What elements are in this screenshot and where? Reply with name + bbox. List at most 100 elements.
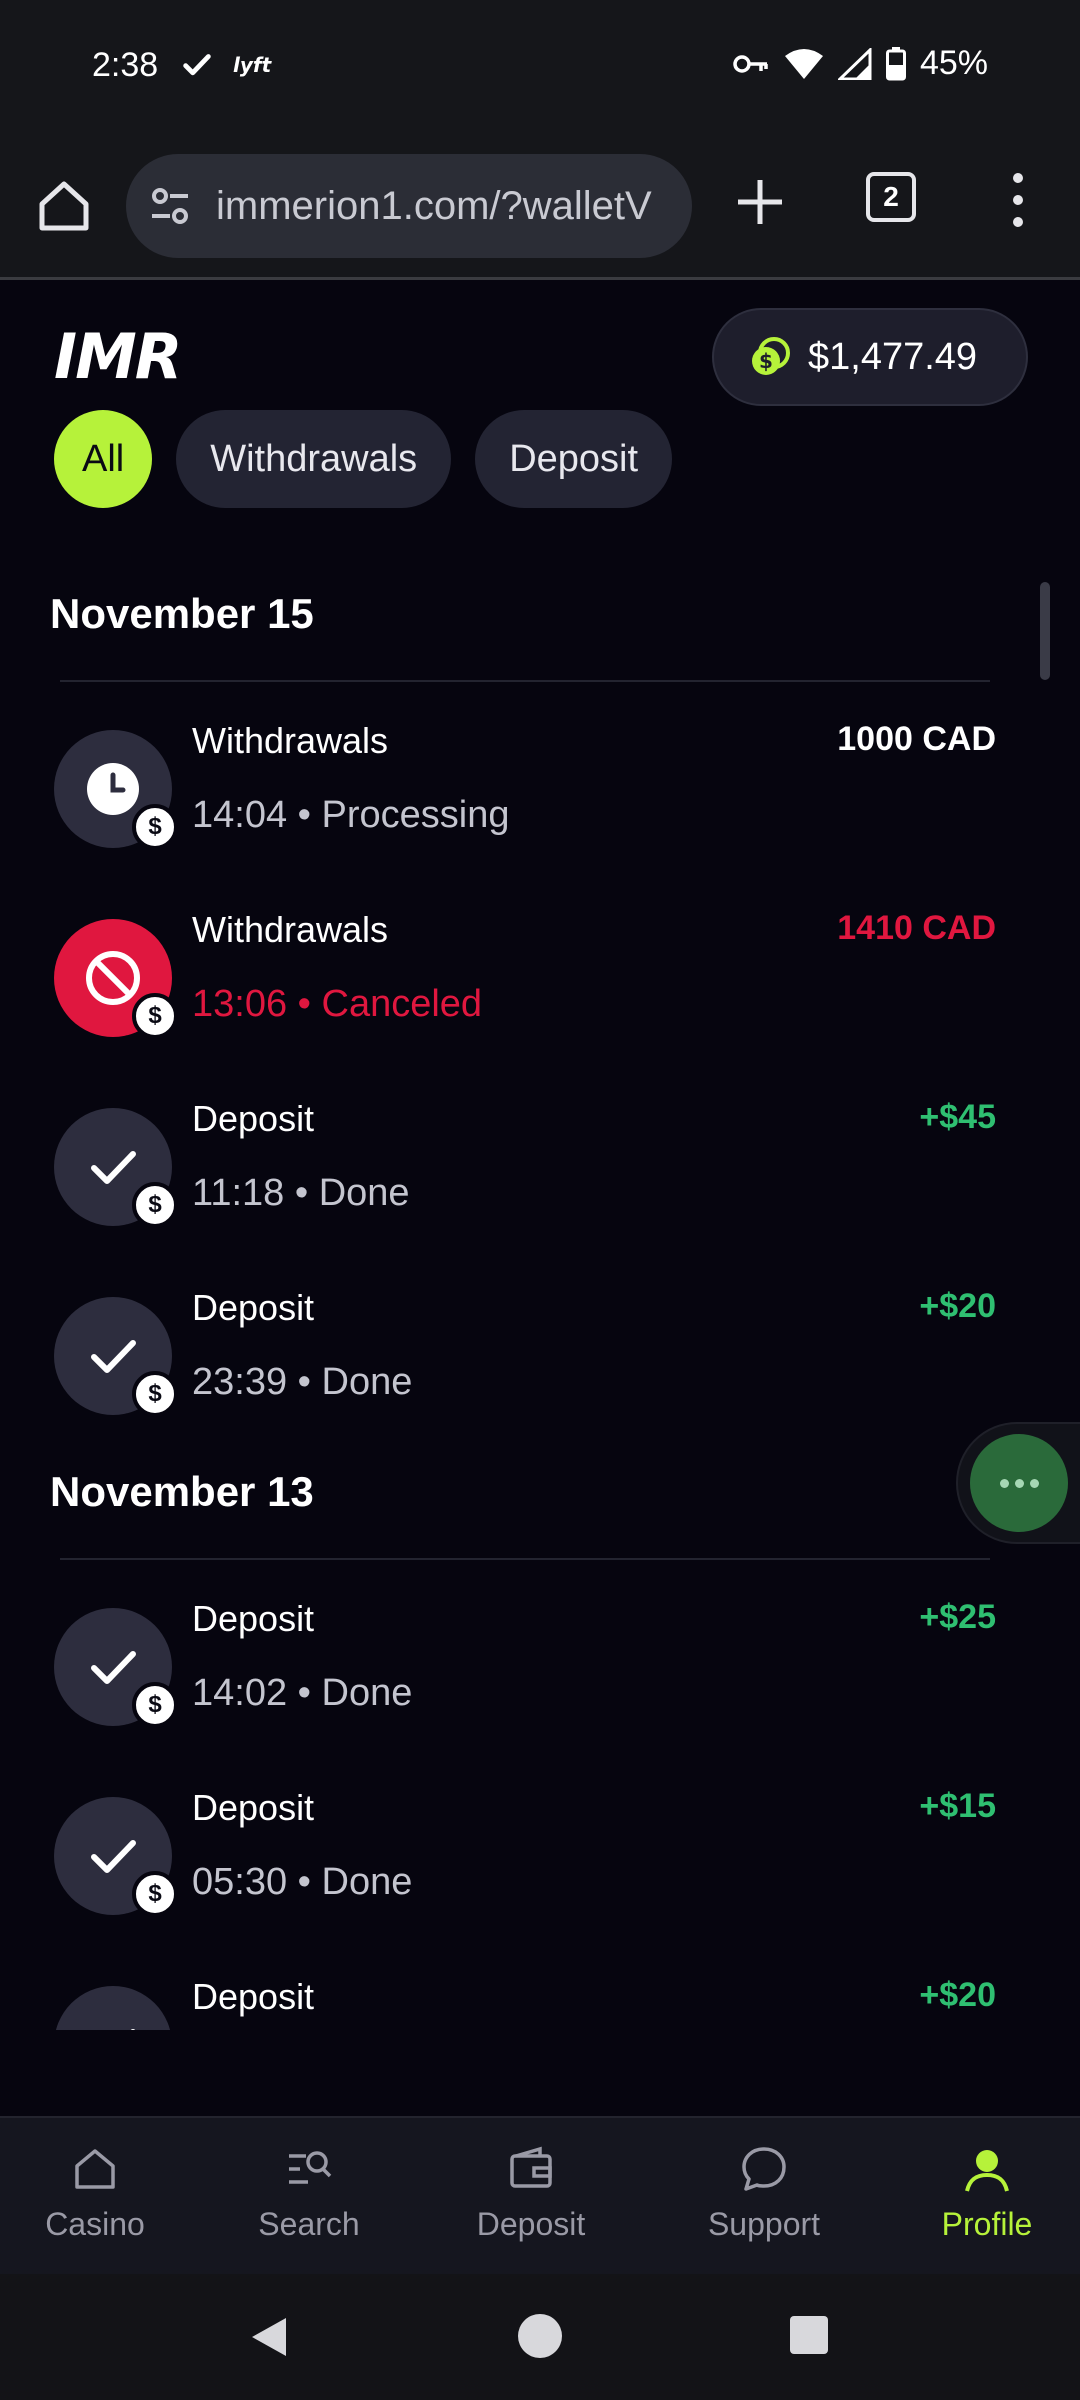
- transaction-type: Deposit: [192, 1098, 315, 1139]
- svg-text:lyft: lyft: [233, 53, 272, 77]
- nav-support[interactable]: Support: [674, 2118, 854, 2276]
- filter-withdrawals[interactable]: Withdrawals: [176, 410, 452, 508]
- dot: [999, 1478, 1009, 1488]
- browser-home-icon[interactable]: [34, 176, 94, 236]
- nav-label: Profile: [941, 2206, 1033, 2242]
- new-tab-icon[interactable]: [730, 172, 790, 232]
- transaction-status: Done: [318, 1172, 410, 1214]
- bottom-navigation: Casino Search Deposit Support Profile: [0, 2116, 1080, 2274]
- tab-switcher-button[interactable]: 2: [866, 172, 916, 222]
- battery-percent: 45%: [919, 44, 988, 82]
- transaction-meta: 13:06 • Canceled: [192, 983, 483, 1025]
- transaction-amount: +$45: [919, 1098, 996, 1136]
- chat-icon: [742, 2147, 786, 2191]
- filter-label: Withdrawals: [210, 437, 418, 480]
- wifi-icon: [784, 48, 823, 79]
- nav-deposit[interactable]: Deposit: [441, 2118, 621, 2276]
- section-title: November 13: [50, 1468, 314, 1515]
- nav-label: Deposit: [476, 2206, 586, 2242]
- transaction-status: Done: [321, 1861, 413, 1903]
- transaction-meta: 23:39 • Done: [192, 1361, 413, 1403]
- home-button-icon[interactable]: [516, 2312, 564, 2360]
- transaction-status: Processing: [321, 794, 510, 836]
- transaction-type: Deposit: [192, 1976, 315, 2017]
- status-time: 2:38: [92, 46, 159, 84]
- transaction-status: Canceled: [321, 983, 483, 1025]
- status-right: 45%: [732, 44, 988, 83]
- scrollbar[interactable]: [1040, 582, 1050, 680]
- transaction-amount: 1410 CAD: [837, 909, 996, 947]
- transaction-row[interactable]: Deposit +$20: [0, 1976, 1080, 2030]
- tab-count: 2: [883, 181, 899, 212]
- divider: [60, 1558, 990, 1560]
- url-text: immerion1.com/?walletV: [216, 183, 652, 228]
- address-bar[interactable]: immerion1.com/?walletV: [126, 154, 692, 258]
- transaction-amount: +$15: [919, 1787, 996, 1825]
- transaction-row[interactable]: $ Deposit 23:39 • Done +$20: [0, 1287, 1080, 1467]
- transaction-status: Done: [321, 1361, 413, 1403]
- transaction-time: 14:04: [192, 794, 288, 836]
- transaction-row[interactable]: $ Deposit 14:02 • Done +$25: [0, 1598, 1080, 1778]
- transaction-amount: +$25: [919, 1598, 996, 1636]
- section-title: November 15: [50, 590, 314, 637]
- divider: [60, 680, 990, 682]
- logo-text: IMR: [54, 326, 181, 386]
- transaction-time: 13:06: [192, 983, 288, 1025]
- dollar-badge-icon: $: [132, 804, 178, 850]
- dollar-badge-icon: $: [132, 993, 178, 1039]
- profile-icon: [965, 2150, 1009, 2192]
- check-icon: [54, 1986, 172, 2030]
- transaction-status: Done: [321, 1672, 413, 1714]
- filter-all[interactable]: All: [54, 410, 153, 508]
- transaction-type: Withdrawals: [192, 720, 389, 761]
- transaction-type: Deposit: [192, 1287, 315, 1328]
- filter-deposit[interactable]: Deposit: [475, 410, 673, 508]
- transaction-list[interactable]: November 15 $ Withdrawals 14:04 • Proces…: [0, 560, 1080, 2030]
- svg-text:$: $: [759, 349, 773, 373]
- back-icon[interactable]: [246, 2314, 292, 2360]
- more-options-button[interactable]: [970, 1434, 1068, 1532]
- transaction-row[interactable]: $ Withdrawals 13:06 • Canceled 1410 CAD: [0, 909, 1080, 1089]
- browser-toolbar: immerion1.com/?walletV 2: [0, 132, 1080, 280]
- nav-search[interactable]: Search: [219, 2118, 399, 2276]
- dollar-badge-icon: $: [132, 1871, 178, 1917]
- transaction-row[interactable]: $ Deposit 05:30 • Done +$15: [0, 1787, 1080, 1967]
- transaction-amount: +$20: [919, 1287, 996, 1325]
- dot: [1029, 1478, 1039, 1488]
- filter-label: All: [82, 437, 125, 480]
- transaction-type: Deposit: [192, 1598, 315, 1639]
- wallet-icon: [510, 2146, 552, 2188]
- transaction-type: Withdrawals: [192, 909, 389, 950]
- dot: [1014, 1478, 1024, 1488]
- transaction-time: 05:30: [192, 1861, 288, 1903]
- filter-label: Deposit: [509, 437, 639, 480]
- signal-icon: [837, 47, 872, 80]
- transaction-time: 23:39: [192, 1361, 288, 1403]
- transaction-meta: 11:18 • Done: [192, 1172, 410, 1214]
- recents-icon[interactable]: [788, 2314, 830, 2356]
- dollar-badge-icon: $: [132, 1371, 178, 1417]
- site-settings-icon[interactable]: [148, 184, 192, 228]
- system-navigation-bar: [0, 2274, 1080, 2400]
- balance-amount: $1,477.49: [808, 335, 978, 378]
- transaction-filters: All Withdrawals Deposit: [54, 410, 673, 508]
- nav-profile[interactable]: Profile: [897, 2118, 1077, 2276]
- nav-casino[interactable]: Casino: [5, 2118, 185, 2276]
- nav-label: Support: [707, 2206, 821, 2242]
- nav-label: Casino: [45, 2206, 145, 2242]
- search-icon: [289, 2151, 332, 2184]
- transaction-meta: 05:30 • Done: [192, 1861, 413, 1903]
- more-menu-icon[interactable]: [1000, 168, 1036, 232]
- transaction-meta: 14:04 • Processing: [192, 794, 510, 836]
- status-bar: 2:38 lyft 45%: [0, 0, 1080, 132]
- balance-button[interactable]: $ $1,477.49: [712, 308, 1028, 406]
- transaction-time: 14:02: [192, 1672, 288, 1714]
- transaction-row[interactable]: $ Deposit 11:18 • Done +$45: [0, 1098, 1080, 1278]
- imr-logo[interactable]: IMR: [52, 326, 232, 386]
- transaction-meta: 14:02 • Done: [192, 1672, 413, 1714]
- transaction-type: Deposit: [192, 1787, 315, 1828]
- transaction-row[interactable]: $ Withdrawals 14:04 • Processing 1000 CA…: [0, 720, 1080, 900]
- transaction-amount: 1000 CAD: [837, 720, 996, 758]
- transaction-amount: +$20: [919, 1976, 996, 2014]
- battery-icon: [885, 46, 906, 80]
